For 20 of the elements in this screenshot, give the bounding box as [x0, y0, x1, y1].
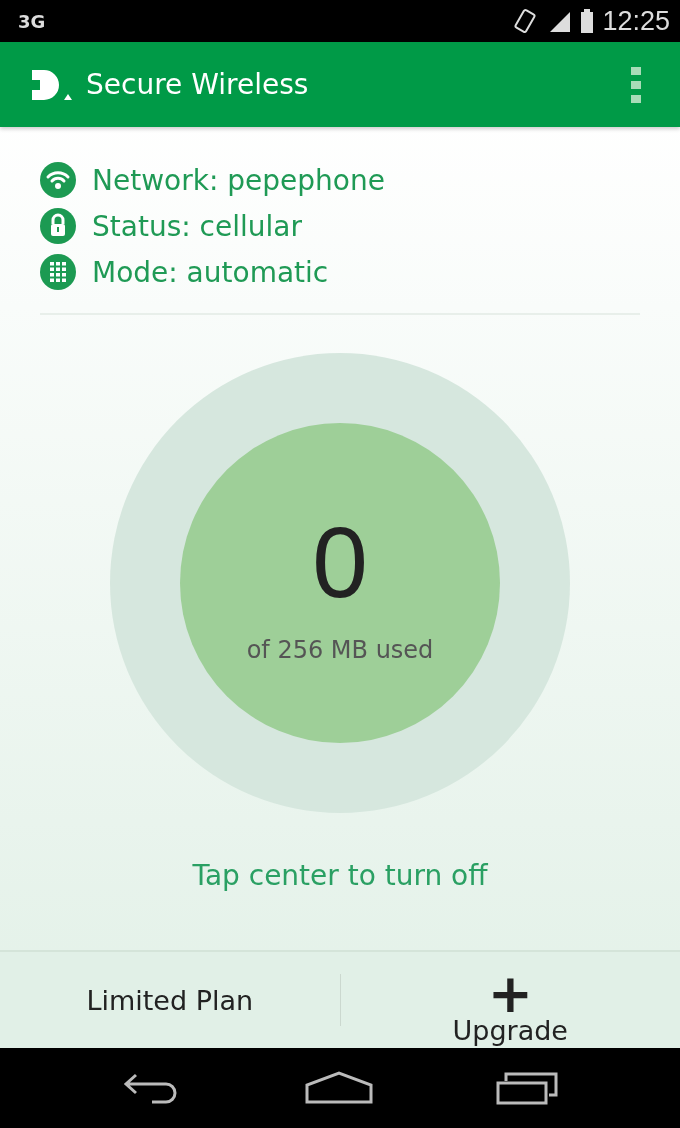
info-text: Mode: automatic	[92, 255, 329, 289]
clock: 12:25	[602, 5, 670, 37]
app-title: Secure Wireless	[86, 68, 310, 101]
upgrade-button[interactable]: + Upgrade	[340, 952, 680, 1048]
grid-icon	[40, 254, 76, 290]
battery-icon	[580, 8, 595, 34]
info-text: Status: cellular	[92, 209, 302, 243]
recents-icon[interactable]	[496, 1071, 559, 1105]
wifi-icon	[40, 162, 76, 198]
plan-button[interactable]: Limited Plan	[0, 952, 340, 1048]
network-type: 3G	[18, 10, 46, 32]
usage-button[interactable]: 0 of 256 MB used	[180, 423, 500, 743]
logo-icon	[30, 67, 72, 102]
usage-caption: of 256 MB used	[246, 636, 434, 664]
lock-icon	[40, 208, 76, 244]
phone-icon	[514, 8, 539, 34]
hint-text: Tap center to turn off	[191, 859, 489, 892]
info-text: Network: pepephone	[92, 163, 385, 197]
home-icon[interactable]	[305, 1071, 373, 1105]
usage-value: 0	[312, 512, 368, 612]
